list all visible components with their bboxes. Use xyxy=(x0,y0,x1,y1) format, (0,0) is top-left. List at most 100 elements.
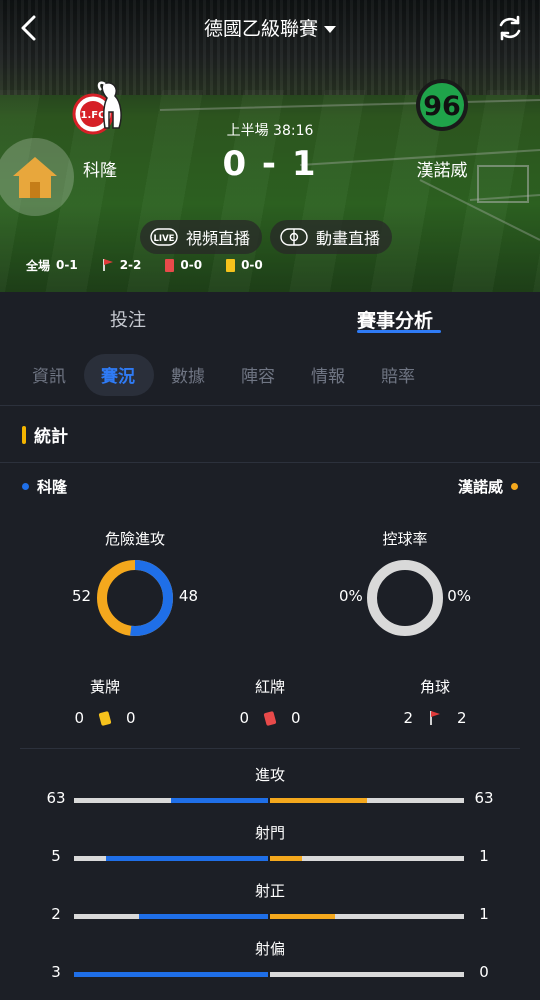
active-tab-indicator xyxy=(357,330,441,333)
stat-home-track xyxy=(74,972,268,977)
stat-home-value: 63 xyxy=(46,789,66,807)
stat-label: 進攻 xyxy=(254,766,285,784)
corner-count: 2-2 xyxy=(119,258,142,272)
card-away-value: 0 xyxy=(126,709,136,727)
pitch-icon xyxy=(280,228,308,246)
animation-live-button[interactable]: 動畫直播 xyxy=(270,220,392,254)
away-team[interactable]: 96 漢諾威 xyxy=(392,76,492,181)
donut-home-value: 52 xyxy=(72,587,92,605)
divider xyxy=(0,405,540,406)
dangerous-attack-stat: 危險進攻 52 48 xyxy=(45,528,225,647)
league-selector[interactable]: 德國乙級聯賽 xyxy=(0,14,540,41)
subtab-intel[interactable]: 情報 xyxy=(311,362,345,387)
full-time-label: 全場 xyxy=(26,258,51,273)
match-summary-line: 全場 0-1 2-2 0-0 0-0 xyxy=(26,257,263,273)
donut-empty-ring xyxy=(367,560,443,636)
red-card-icon xyxy=(165,258,175,272)
svg-text:96: 96 xyxy=(423,91,461,122)
live-badge-icon: LIVE xyxy=(150,228,178,246)
full-time-score: 0-1 xyxy=(56,258,78,272)
legend-away: 漢諾威 xyxy=(458,476,518,497)
house-icon xyxy=(13,157,57,198)
donut-home-value: 0% xyxy=(339,587,363,605)
stat-away-bar xyxy=(270,914,335,919)
red-card-count: 0-0 xyxy=(180,258,203,272)
tab-betting[interactable]: 投注 xyxy=(110,306,146,332)
corner-flag-icon xyxy=(102,259,113,271)
donut-away-value: 48 xyxy=(178,587,198,605)
stat-home-bar xyxy=(106,856,268,861)
card-title: 角球 xyxy=(419,678,450,696)
stat-away-value: 0 xyxy=(479,963,489,981)
legend-home-name: 科隆 xyxy=(37,478,68,496)
stat-label: 射門 xyxy=(254,824,285,842)
legend-away-name: 漢諾威 xyxy=(457,478,503,496)
hannover-96-logo-icon: 96 xyxy=(416,79,468,131)
svg-text:1.FC: 1.FC xyxy=(81,110,106,121)
stat-row-shots-on-target: 射正 2 1 xyxy=(0,880,540,930)
stat-away-value: 1 xyxy=(479,847,489,865)
subtab-info[interactable]: 資訊 xyxy=(32,362,66,387)
card-away-value: 0 xyxy=(291,709,301,727)
stat-home-value: 2 xyxy=(51,905,61,923)
yellow-card-icon xyxy=(98,710,112,726)
yellow-card-count: 0-0 xyxy=(241,258,263,272)
corner-stat: 角球 2 2 xyxy=(375,676,495,727)
subtab-data[interactable]: 數據 xyxy=(171,362,205,387)
possession-donut xyxy=(367,560,443,636)
stat-label: 射偏 xyxy=(254,940,285,958)
card-home-value: 0 xyxy=(239,709,249,727)
main-tabs: 投注 賽事分析 xyxy=(0,292,540,344)
video-live-button[interactable]: LIVE 視頻直播 xyxy=(140,220,262,254)
fc-koln-logo-icon: 1.FC xyxy=(72,81,122,135)
donut-title: 危險進攻 xyxy=(104,530,165,548)
home-dot-icon xyxy=(22,483,29,490)
card-home-value: 0 xyxy=(74,709,84,727)
tab-match-analysis[interactable]: 賽事分析 xyxy=(357,306,433,333)
match-clock: 38:16 xyxy=(273,123,314,139)
stat-away-bar xyxy=(270,798,367,803)
stat-row-shots-off-target: 射偏 3 0 xyxy=(0,938,540,988)
donut-title: 控球率 xyxy=(382,530,428,548)
card-home-value: 2 xyxy=(403,709,413,727)
section-title-text: 統計 xyxy=(34,427,68,447)
stat-home-track xyxy=(74,798,268,803)
stat-row-shots: 射門 5 1 xyxy=(0,822,540,872)
card-title: 紅牌 xyxy=(254,678,285,696)
stat-home-track xyxy=(74,914,268,919)
away-team-name: 漢諾威 xyxy=(416,161,468,181)
subtab-odds[interactable]: 賠率 xyxy=(381,362,415,387)
animation-live-label: 動畫直播 xyxy=(316,229,381,248)
donut-away-value: 0% xyxy=(447,587,471,605)
divider xyxy=(0,462,540,463)
subtab-live-status[interactable]: 賽況 xyxy=(101,362,135,387)
video-live-label: 視頻直播 xyxy=(186,229,251,248)
match-header: 德國乙級聯賽 1.FC 科隆 96 漢諾威 上半場 38:16 0 - 1 LI… xyxy=(0,0,540,292)
stat-home-bar xyxy=(171,798,268,803)
possession-stat: 控球率 0% 0% xyxy=(315,528,495,647)
stat-away-track xyxy=(270,972,464,977)
dangerous-attack-donut xyxy=(97,560,173,636)
refresh-icon[interactable] xyxy=(496,14,524,42)
subtab-lineup[interactable]: 陣容 xyxy=(241,362,275,387)
red-card-icon xyxy=(263,710,277,726)
corner-flag-icon xyxy=(430,711,440,725)
stat-home-bar xyxy=(138,914,268,919)
divider xyxy=(20,748,520,749)
stat-away-bar xyxy=(270,856,303,861)
league-title: 德國乙級聯賽 xyxy=(203,18,318,40)
stat-home-value: 5 xyxy=(51,847,61,865)
stat-away-value: 63 xyxy=(474,789,494,807)
section-title: 統計 xyxy=(22,422,68,447)
card-title: 黃牌 xyxy=(89,678,120,696)
top-bar: 德國乙級聯賽 xyxy=(0,0,540,56)
sub-tabs: 資訊 賽況 數據 陣容 情報 賠率 xyxy=(0,352,540,398)
away-dot-icon xyxy=(511,483,518,490)
score-board: 上半場 38:16 0 - 1 xyxy=(170,120,370,184)
stat-row-attack: 進攻 63 63 xyxy=(0,764,540,814)
stat-home-value: 3 xyxy=(51,963,61,981)
match-period: 上半場 38:16 xyxy=(170,120,370,140)
caret-down-icon xyxy=(324,26,336,33)
yellow-card-stat: 黃牌 0 0 xyxy=(45,676,165,727)
yellow-card-icon xyxy=(226,258,236,272)
